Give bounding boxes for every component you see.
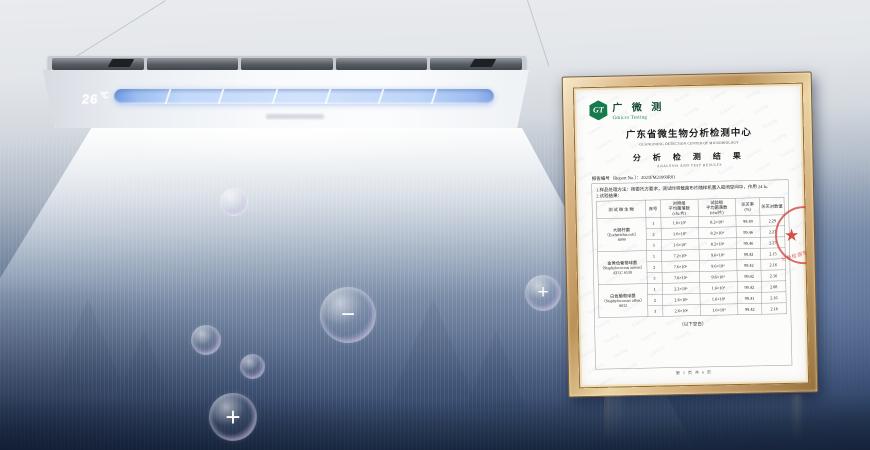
header-cell: 序号 <box>645 200 660 218</box>
bubble-plus: + <box>525 275 561 311</box>
cell-control: 7.6×10⁶ <box>662 272 700 284</box>
cell-rate: 99.46 <box>736 226 761 238</box>
lab-logo: GT 广 微 测 Gmicro Testing <box>589 96 803 121</box>
plus-icon: + <box>526 276 560 310</box>
cell-control: 1.6×10⁷ <box>661 228 699 240</box>
gt-logo-icon: GT <box>589 100 607 120</box>
cell-control: 1.6×10⁷ <box>661 239 699 251</box>
minus-icon: − <box>321 288 375 342</box>
ac-body: 26℃ <box>40 70 532 128</box>
cell-seq: 1 <box>646 250 661 261</box>
outlet-vane <box>431 89 438 104</box>
cell-test: 1.6×10⁴ <box>700 304 738 316</box>
cell-control: 2.2×10⁶ <box>662 283 700 295</box>
outlet-vane <box>271 89 278 104</box>
microbe-name: 金黄色葡萄球菌 （Staphylococcus aureus） ATCC 653… <box>598 251 647 285</box>
cell-rate: 99.42 <box>737 259 762 271</box>
certificate-frame: Gmicro Testing Gmicro Testing Gmicro Tes… <box>562 71 819 397</box>
bubble-minus: − <box>320 287 376 343</box>
cell-test: 1.6×10⁴ <box>700 282 738 294</box>
cell-test: 9.6×10⁴ <box>699 271 737 283</box>
ac-top-vent <box>48 56 526 72</box>
bubble <box>220 188 248 216</box>
ac-temperature-display: 26℃ <box>81 91 110 106</box>
vent-slot <box>336 58 428 70</box>
certificate-reflection <box>604 394 812 450</box>
certificate-content: Gmicro Testing Gmicro Testing Gmicro Tes… <box>573 83 809 389</box>
cell-control: 2.6×10⁶ <box>662 305 700 317</box>
lab-logo-name-cn: 广 微 测 <box>612 99 665 115</box>
cell-log: 2.16 <box>762 303 787 315</box>
microbe-name: 白色葡萄球菌 （Staphylococcus albus） 8032 <box>598 284 647 318</box>
vent-slot <box>147 58 239 70</box>
cell-seq: 3 <box>647 272 662 283</box>
cell-seq: 1 <box>647 283 662 294</box>
cell-test: 1.6×10⁴ <box>700 293 738 305</box>
stamp-text: 分析检测专用章 <box>780 245 809 262</box>
cell-test: 9.6×10⁴ <box>699 249 737 261</box>
bubble <box>240 354 265 379</box>
header-cell: 杀灭率 (%) <box>735 198 760 216</box>
microbe-strain: ATCC 6538 <box>599 270 646 276</box>
cell-log: 2.08 <box>761 281 786 293</box>
header-cell: 试验组 平均菌落数 (cfu/片) <box>698 198 736 216</box>
lab-logo-name-en: Gmicro Testing <box>612 114 665 121</box>
outlet-vane <box>324 89 331 104</box>
cell-test: 8.2×10⁴ <box>698 227 736 239</box>
cell-rate: 99.42 <box>737 270 762 282</box>
cell-seq: 2 <box>647 294 662 305</box>
cell-control: 2.6×10⁶ <box>662 294 700 306</box>
temperature-value: 26 <box>81 91 99 106</box>
cell-log: 2.16 <box>761 270 786 282</box>
outlet-vane <box>378 89 385 104</box>
cell-seq: 3 <box>646 239 661 250</box>
cell-seq: 2 <box>646 228 661 239</box>
microbe-name: 大肠杆菌 （Escherichia coli） 8099 <box>597 218 646 252</box>
cell-seq: 1 <box>646 217 661 228</box>
header-cell: 测 试 微 生 物 <box>597 200 646 219</box>
vent-fin <box>470 59 497 67</box>
star-icon: ★ <box>784 225 800 245</box>
test-results-table: 测 试 微 生 物 序号 对照组 平均菌落数 (cfu/片) 试验组 平均菌落数… <box>596 197 786 318</box>
cell-rate: 99.42 <box>737 303 762 315</box>
cell-seq: 2 <box>647 261 662 272</box>
vent-fin <box>108 59 135 67</box>
cell-test: 8.2×10⁴ <box>699 238 737 250</box>
ac-brand-mark <box>266 114 324 119</box>
header-cell: 杀灭对数值 <box>760 197 785 215</box>
cell-seq: 3 <box>647 305 662 316</box>
temperature-unit: ℃ <box>99 91 110 100</box>
certificate-paper: Gmicro Testing Gmicro Testing Gmicro Tes… <box>573 83 809 389</box>
cell-log: 2.16 <box>762 292 787 304</box>
microbe-strain: 8032 <box>599 303 646 309</box>
cell-control: 1.6×10⁷ <box>661 217 699 229</box>
cell-rate: 99.46 <box>736 237 761 249</box>
outlet-vane <box>218 89 225 104</box>
cell-test: 9.6×10⁴ <box>699 260 737 272</box>
cell-control: 7.6×10⁶ <box>662 261 700 273</box>
cell-rate: 99.49 <box>736 215 761 227</box>
outlet-vane <box>165 89 172 104</box>
bubble <box>191 325 221 355</box>
cell-rate: 99.42 <box>736 248 761 260</box>
report-body: 1.样品处理方法：按委托方要求，测试时将载菌布片随样机置入密闭空间中，作用 24… <box>591 179 792 369</box>
air-conditioner: 26℃ <box>40 54 532 158</box>
cell-rate: 99.42 <box>737 281 762 293</box>
vent-slot <box>241 58 333 70</box>
plus-icon: + <box>210 394 256 440</box>
scene: 26℃ − + + Gmicro Testing Gmicro Testing … <box>0 0 870 450</box>
cell-test: 8.2×10⁴ <box>698 216 736 228</box>
microbe-strain: 8099 <box>598 237 645 243</box>
header-cell: 对照组 平均菌落数 (cfu/片) <box>660 199 698 217</box>
ac-air-outlet <box>114 89 494 104</box>
below-table-note: （以下空白） <box>599 318 787 328</box>
cell-rate: 99.41 <box>737 292 762 304</box>
bubble-plus: + <box>209 393 257 441</box>
cell-control: 7.2×10⁶ <box>661 250 699 262</box>
